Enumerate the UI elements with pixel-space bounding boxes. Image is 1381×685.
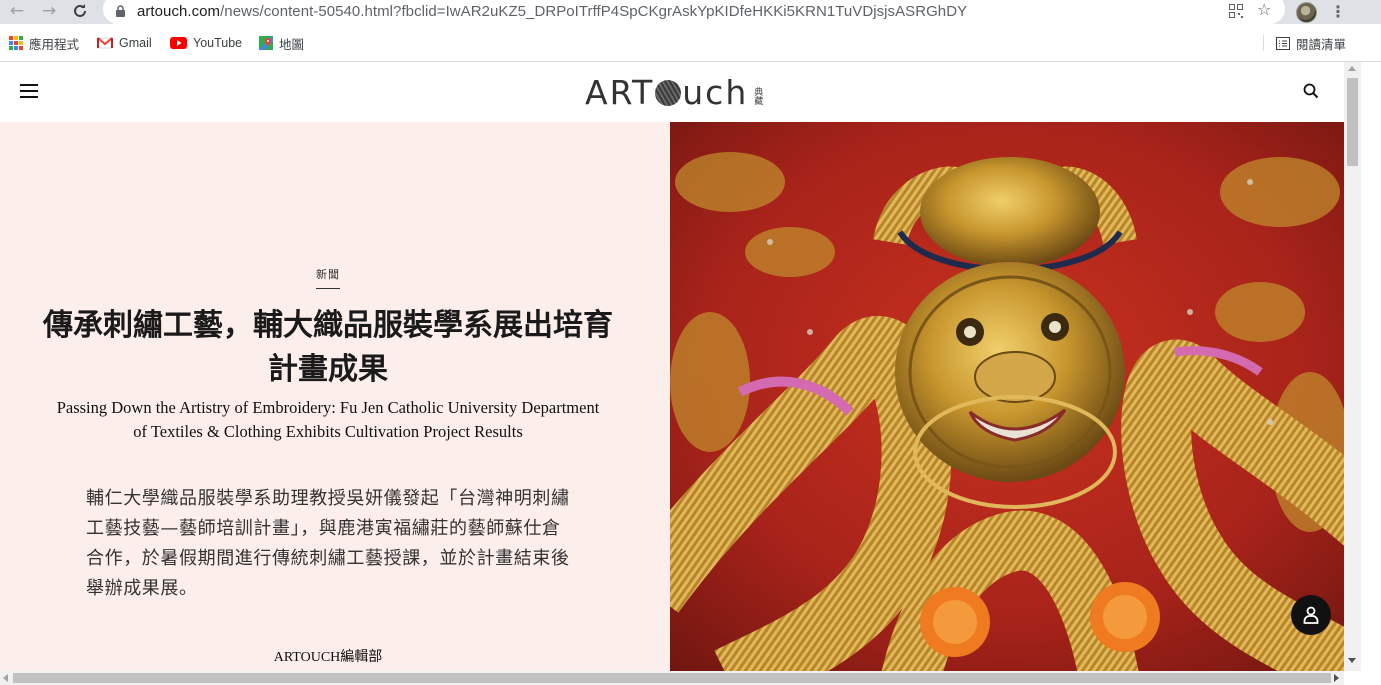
url-text: artouch.com/news/content-50540.html?fbcl…: [137, 3, 968, 20]
article-author[interactable]: ARTOUCH編輯部: [0, 646, 656, 666]
gmail-icon: [97, 37, 113, 49]
bookmark-apps-label: 應用程式: [29, 37, 80, 52]
lock-icon[interactable]: [115, 3, 126, 22]
search-icon[interactable]: [1303, 83, 1319, 103]
scroll-right-arrow-icon[interactable]: [1334, 674, 1339, 682]
article-lead: 輔仁大學織品服裝學系助理教授吳妍儀發起「台灣神明刺繡工藝技藝—藝師培訓計畫」，與…: [86, 488, 570, 599]
bookmarks-bar: 應用程式 Gmail YouTube 地圖 閱讀清單: [0, 24, 1381, 62]
window-edge: [1361, 62, 1381, 685]
hamburger-menu-icon[interactable]: [20, 84, 38, 98]
vertical-scrollbar[interactable]: [1344, 62, 1361, 671]
youtube-icon: [170, 37, 187, 49]
logo-ball-icon: [655, 80, 682, 106]
bookmark-maps[interactable]: 地圖: [259, 35, 305, 52]
logo-text-right: uch: [682, 72, 749, 112]
forward-arrow-icon[interactable]: →: [37, 0, 61, 24]
bookmark-gmail-label: Gmail: [119, 36, 152, 50]
scroll-left-arrow-icon[interactable]: [3, 674, 8, 682]
category-label: 新聞: [316, 266, 340, 289]
logo-cjk: 典藏: [752, 87, 763, 105]
reading-list-label: 閱讀清單: [1296, 37, 1347, 52]
hero-image-dragon-embroidery: [670, 122, 1344, 671]
reading-list[interactable]: 閱讀清單: [1276, 35, 1347, 52]
horizontal-scroll-thumb[interactable]: [13, 673, 1331, 683]
kebab-menu-icon[interactable]: ⋮: [1330, 2, 1346, 21]
scroll-up-arrow-icon[interactable]: [1348, 66, 1356, 71]
browser-toolbar: ← → artouch.com/news/content-50540.html?…: [0, 0, 1381, 24]
user-icon[interactable]: [1291, 595, 1331, 635]
bookmark-gmail[interactable]: Gmail: [97, 35, 152, 51]
reload-icon[interactable]: [68, 0, 92, 24]
article-title-zh: 傳承刺繡工藝，輔大織品服裝學系展出培育計畫成果: [43, 308, 613, 387]
apps-grid-icon: [9, 36, 23, 50]
site-header: ART uch 典藏: [0, 62, 1344, 122]
qr-code-icon[interactable]: [1229, 3, 1243, 22]
site-logo[interactable]: ART uch 典藏: [585, 72, 762, 112]
category-tag[interactable]: 新聞: [0, 263, 656, 289]
bookmarks-divider: [1263, 35, 1264, 51]
vertical-scroll-thumb[interactable]: [1347, 78, 1358, 166]
bookmark-maps-label: 地圖: [279, 37, 305, 52]
star-icon[interactable]: ☆: [1257, 0, 1271, 19]
back-arrow-icon[interactable]: ←: [5, 0, 29, 24]
reading-list-icon: [1276, 36, 1290, 50]
article-title-en: Passing Down the Artistry of Embroidery:…: [56, 398, 600, 441]
logo-text-left: ART: [585, 72, 655, 112]
scroll-down-arrow-icon[interactable]: [1348, 658, 1356, 663]
horizontal-scrollbar[interactable]: [0, 671, 1344, 685]
bookmark-youtube[interactable]: YouTube: [170, 35, 242, 51]
bookmark-youtube-label: YouTube: [193, 36, 243, 50]
article-hero-text: 新聞 傳承刺繡工藝，輔大織品服裝學系展出培育計畫成果 Passing Down …: [0, 122, 670, 671]
bookmark-apps[interactable]: 應用程式: [9, 35, 80, 52]
profile-avatar[interactable]: [1296, 2, 1317, 23]
maps-icon: [259, 36, 273, 50]
address-bar[interactable]: artouch.com/news/content-50540.html?fbcl…: [103, 0, 1285, 24]
